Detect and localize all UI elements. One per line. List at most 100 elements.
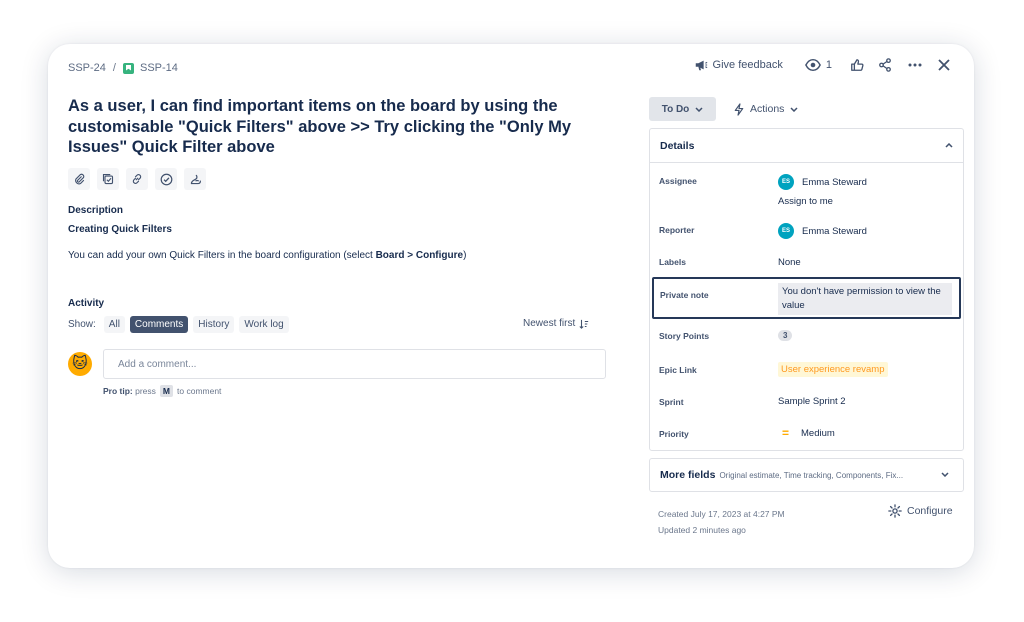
private-note-row[interactable]: Private note You don't have permission t…: [652, 277, 961, 319]
sprint-label: Sprint: [659, 397, 684, 407]
more-button[interactable]: [908, 63, 922, 67]
pro-tip: Pro tip: press Mto comment: [103, 385, 221, 397]
private-note-value: You don't have permission to view the va…: [778, 283, 952, 315]
chevron-down-icon: [790, 106, 798, 112]
comment-placeholder: Add a comment...: [118, 358, 197, 370]
description-text: You can add your own Quick Filters in th…: [68, 250, 376, 261]
gear-icon: [888, 504, 902, 518]
avatar: ES: [778, 174, 794, 190]
show-label: Show:: [68, 319, 96, 330]
assignee-row: Assignee ES Emma Steward Assign to me: [650, 174, 963, 214]
watch-button[interactable]: 1: [804, 58, 832, 72]
assignee-value[interactable]: ES Emma Steward: [778, 174, 867, 190]
configure-label: Configure: [907, 505, 953, 517]
eye-icon: [804, 58, 821, 72]
priority-label: Priority: [659, 429, 689, 439]
filter-comments[interactable]: Comments: [129, 316, 189, 333]
description-bold-text: Board > Configure: [375, 250, 464, 261]
quick-actions: [68, 168, 213, 190]
protip-press: press: [135, 386, 156, 396]
details-heading: Details: [660, 139, 695, 152]
link-issue-button[interactable]: [126, 168, 148, 190]
actions-label: Actions: [750, 103, 785, 115]
created-date: Created July 17, 2023 at 4:27 PM: [658, 509, 785, 519]
comment-input[interactable]: Add a comment...: [103, 349, 606, 379]
sort-order-button[interactable]: Newest first: [523, 318, 589, 329]
breadcrumb-separator: /: [112, 62, 116, 74]
configure-button[interactable]: Configure: [888, 504, 953, 518]
epic-lozenge: User experience revamp: [778, 362, 888, 377]
give-feedback-button[interactable]: Give feedback: [694, 58, 783, 72]
link-icon: [132, 174, 142, 184]
story-points-label: Story Points: [659, 331, 710, 341]
chevron-down-icon: [695, 106, 703, 112]
filter-work-log[interactable]: Work log: [239, 316, 289, 333]
lightning-icon: [734, 102, 744, 116]
reporter-name: Emma Steward: [802, 225, 867, 237]
actions-dropdown[interactable]: Actions: [734, 97, 798, 121]
activity-filter-bar: Show: All Comments History Work log: [68, 316, 294, 333]
epic-link-value[interactable]: User experience revamp: [778, 362, 888, 377]
attach-button[interactable]: [68, 168, 90, 190]
priority-medium-icon: =: [782, 426, 790, 440]
description-subheading: Creating Quick Filters: [68, 224, 172, 235]
close-button[interactable]: [938, 59, 950, 71]
description-body[interactable]: You can add your own Quick Filters in th…: [68, 250, 466, 261]
filter-history[interactable]: History: [193, 316, 235, 333]
share-button[interactable]: [878, 58, 892, 72]
protip-label: Pro tip:: [103, 386, 133, 396]
thumbs-up-icon: [851, 59, 864, 71]
more-fields-section[interactable]: More fields Original estimate, Time trac…: [649, 458, 964, 492]
like-button[interactable]: [850, 58, 864, 72]
epic-link-label: Epic Link: [659, 365, 697, 375]
reporter-label: Reporter: [659, 225, 695, 235]
megaphone-icon: [695, 60, 707, 71]
watch-count: 1: [825, 59, 832, 71]
description-heading: Description: [68, 205, 124, 216]
chevron-down-icon: [941, 472, 949, 477]
protip-key: M: [159, 385, 174, 397]
details-header[interactable]: Details: [650, 129, 963, 163]
labels-value[interactable]: None: [778, 257, 801, 268]
breadcrumb-parent[interactable]: SSP-24: [68, 62, 106, 74]
more-fields-summary: Original estimate, Time tracking, Compon…: [719, 470, 904, 480]
filter-all[interactable]: All: [103, 316, 125, 333]
breadcrumb-current[interactable]: SSP-14: [140, 62, 178, 74]
story-points-badge: 3: [778, 330, 793, 341]
private-note-label: Private note: [660, 290, 709, 300]
more-fields-label: More fields: [660, 469, 716, 481]
assign-to-me-link[interactable]: Assign to me: [778, 196, 833, 207]
issue-toolbar: Give feedback 1: [680, 58, 950, 72]
app-icon: [190, 174, 201, 184]
protip-suffix: to comment: [177, 386, 222, 396]
issue-meta: Created July 17, 2023 at 4:27 PM Updated…: [658, 506, 785, 538]
activity-heading: Activity: [68, 298, 105, 309]
sort-icon: [579, 319, 589, 329]
avatar: ES: [778, 223, 794, 239]
issue-modal: SSP-24 / SSP-14 Give feedback 1 As a use…: [48, 44, 974, 568]
share-icon: [879, 58, 891, 72]
cat-face-icon: 🐱: [72, 355, 88, 372]
apps-button[interactable]: [184, 168, 206, 190]
chevron-up-icon: [945, 143, 953, 148]
issue-title[interactable]: As a user, I can find important items on…: [68, 96, 628, 158]
user-avatar: 🐱: [68, 352, 92, 376]
checklist-button[interactable]: [155, 168, 177, 190]
status-dropdown[interactable]: To Do: [649, 97, 716, 121]
story-icon: [122, 62, 134, 74]
child-issue-icon: [102, 173, 114, 185]
child-issue-button[interactable]: [97, 168, 119, 190]
story-points-value[interactable]: 3: [778, 330, 793, 341]
give-feedback-label: Give feedback: [712, 59, 783, 71]
reporter-value[interactable]: ES Emma Steward: [778, 223, 867, 239]
labels-label: Labels: [659, 257, 686, 267]
priority-value[interactable]: = Medium: [778, 426, 835, 440]
priority-text: Medium: [801, 427, 835, 439]
assignee-name: Emma Steward: [802, 176, 867, 188]
status-label: To Do: [661, 103, 690, 115]
breadcrumb: SSP-24 / SSP-14: [68, 62, 178, 74]
more-icon: [908, 63, 922, 67]
attach-icon: [75, 173, 85, 185]
sort-label: Newest first: [523, 318, 576, 329]
sprint-value[interactable]: Sample Sprint 2: [778, 396, 846, 407]
